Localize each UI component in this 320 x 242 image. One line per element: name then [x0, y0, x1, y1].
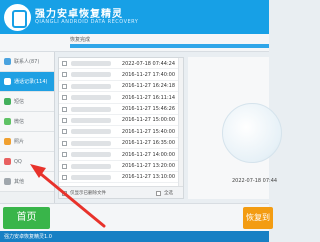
sidebar-item-label: 联系人(87) — [14, 59, 40, 65]
list-row[interactable]: 2016-11-27 16:11:14 — [59, 92, 183, 104]
row-time: 2016-11-27 16:35:00 — [121, 140, 175, 147]
row-time: 2016-11-27 15:40:00 — [121, 128, 175, 135]
app-logo-icon — [4, 4, 31, 31]
call-log-list: 2022-07-18 07:44:24 2016-11-27 17:40:00 20… — [58, 57, 184, 199]
sidebar-item-label: 照片 — [14, 139, 25, 145]
row-checkbox[interactable] — [62, 129, 67, 135]
sidebar-item-3[interactable]: 微信 — [0, 112, 54, 132]
row-checkbox[interactable] — [62, 83, 67, 89]
message-bubble — [222, 103, 282, 163]
row-time: 2016-11-27 14:00:00 — [121, 151, 175, 158]
row-time: 2016-11-27 16:11:14 — [121, 94, 175, 101]
other-icon — [4, 178, 11, 185]
preview-time: 2022-07-18 07:44 — [232, 178, 278, 184]
row-checkbox[interactable] — [62, 174, 67, 180]
photo-icon — [4, 138, 11, 145]
sidebar-item-label: 通话记录(114) — [14, 79, 48, 85]
sidebar-item-2[interactable]: 短信 — [0, 92, 54, 112]
sms-icon — [4, 98, 11, 105]
row-time: 2016-11-27 15:00:00 — [121, 117, 175, 124]
show-deleted-checkbox[interactable] — [62, 190, 67, 196]
row-contact-redacted — [71, 163, 111, 169]
sidebar-item-4[interactable]: 照片 — [0, 132, 54, 152]
row-time: 2016-11-27 17:40:00 — [121, 71, 175, 78]
sidebar-item-1[interactable]: 通话记录(114) — [0, 72, 54, 92]
row-checkbox[interactable] — [62, 95, 67, 101]
sidebar: 联系人(87) 通话记录(114) 短信微信照片 QQ 其他 — [0, 52, 55, 203]
row-checkbox[interactable] — [62, 117, 67, 123]
row-contact-redacted — [71, 106, 111, 112]
row-checkbox[interactable] — [62, 163, 67, 169]
list-row[interactable]: 2016-11-27 13:20:00 — [59, 161, 183, 172]
row-checkbox[interactable] — [62, 61, 67, 66]
list-footer: 仅显示已删除文件 全选 — [59, 186, 183, 198]
sidebar-item-0[interactable]: 联系人(87) — [0, 52, 54, 72]
list-row[interactable]: 2016-11-27 16:24:18 — [59, 81, 183, 93]
status-bar: 强力安卓恢复精灵1.0 — [0, 231, 269, 242]
sidebar-item-label: QQ — [14, 158, 22, 165]
row-checkbox[interactable] — [62, 106, 67, 112]
sidebar-item-label: 短信 — [14, 99, 25, 105]
list-row[interactable]: 2016-11-27 14:00:00 — [59, 149, 183, 161]
sidebar-item-5[interactable]: QQ — [0, 152, 54, 172]
row-contact-redacted — [71, 152, 111, 158]
select-all-label: 全选 — [164, 191, 173, 196]
list-row[interactable]: 2022-07-18 07:44:24 — [59, 58, 183, 70]
list-row[interactable]: 2016-11-27 15:00:00 — [59, 115, 183, 127]
row-contact-redacted — [71, 117, 111, 123]
progress-label: 恢复完成 — [70, 37, 91, 43]
qq-icon — [4, 158, 11, 165]
wechat-icon — [4, 118, 11, 125]
sidebar-item-label: 微信 — [14, 119, 25, 125]
app-subtitle: QIANGLI ANDROID DATA RECOVERY — [35, 19, 139, 25]
row-time: 2016-11-27 15:46:26 — [121, 106, 175, 113]
list-row[interactable]: 2016-11-27 17:40:00 — [59, 69, 183, 81]
show-deleted-label: 仅显示已删除文件 — [70, 191, 106, 196]
list-row[interactable]: 2016-11-27 15:40:00 — [59, 126, 183, 138]
sidebar-item-6[interactable]: 其他 — [0, 172, 54, 192]
app-title: 强力安卓恢复精灵 — [35, 9, 123, 20]
row-checkbox[interactable] — [62, 72, 67, 78]
preview-panel: 2022-07-18 07:44 — [188, 57, 282, 199]
row-time: 2016-11-27 13:10:00 — [121, 174, 175, 181]
row-contact-redacted — [71, 95, 111, 101]
select-all-checkbox[interactable] — [156, 190, 161, 196]
list-row[interactable]: 2016-11-27 16:35:00 — [59, 138, 183, 150]
sidebar-item-label: 其他 — [14, 179, 25, 185]
recover-button[interactable]: 恢复到 — [243, 207, 273, 229]
list-row[interactable]: 2016-11-27 15:46:26 — [59, 104, 183, 115]
home-button[interactable]: 首页 — [3, 207, 50, 229]
row-time: 2016-11-27 16:24:18 — [121, 83, 175, 90]
status-text: 强力安卓恢复精灵1.0 — [4, 234, 52, 240]
row-contact-redacted — [71, 129, 111, 135]
row-contact-redacted — [71, 140, 111, 146]
bottom-bar: 首页 恢复到 — [0, 203, 273, 231]
row-time: 2016-11-27 13:20:00 — [121, 163, 175, 170]
row-contact-redacted — [71, 83, 111, 89]
contacts-icon — [4, 58, 11, 65]
call-log-icon — [4, 78, 11, 85]
toolbar: 恢复完成 — [0, 34, 269, 52]
row-checkbox[interactable] — [62, 140, 67, 146]
row-time: 2022-07-18 07:44:24 — [121, 60, 175, 67]
progress-bar — [70, 44, 269, 48]
row-contact-redacted — [71, 72, 111, 78]
title-bar: 强力安卓恢复精灵 QIANGLI ANDROID DATA RECOVERY — [0, 0, 269, 34]
row-contact-redacted — [71, 61, 111, 66]
row-checkbox[interactable] — [62, 152, 67, 158]
row-contact-redacted — [71, 174, 111, 180]
list-scrollbar[interactable] — [178, 58, 183, 186]
list-row[interactable]: 2016-11-27 13:10:00 — [59, 172, 183, 184]
progress-fill — [70, 44, 269, 48]
